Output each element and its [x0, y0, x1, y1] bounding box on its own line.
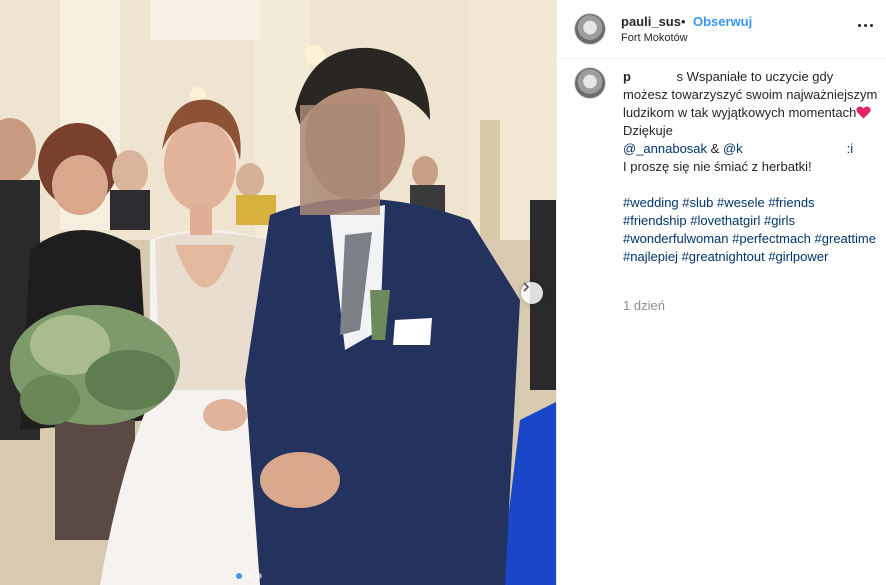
hashtag-link[interactable]: #najlepiej	[623, 249, 678, 264]
caption-thanks: Dziękuje	[623, 123, 673, 138]
hashtag-link[interactable]: #wonderfulwoman	[623, 231, 729, 246]
caption-amp: &	[707, 141, 723, 156]
follow-button[interactable]: Obserwuj	[693, 14, 752, 29]
post-timestamp[interactable]: 1 dzień	[623, 298, 665, 313]
redacted-mention: xxxxxxxxxxxxxxxx	[742, 140, 847, 158]
hashtag-link[interactable]: #friends	[768, 195, 814, 210]
hashtag-link[interactable]: #wesele	[717, 195, 765, 210]
hashtag-link[interactable]: #greattime	[815, 231, 876, 246]
chevron-right-icon	[523, 282, 530, 292]
caption-username[interactable]: p	[623, 69, 631, 84]
author-avatar[interactable]	[574, 13, 606, 45]
more-horizontal-icon	[858, 24, 861, 27]
more-options-button[interactable]	[857, 20, 875, 30]
next-photo-button[interactable]	[521, 282, 543, 304]
red-heart-icon	[856, 106, 872, 119]
hashtag-link[interactable]: #wedding	[623, 195, 679, 210]
hashtag-link[interactable]: #friendship	[623, 213, 687, 228]
mention-link-2[interactable]: @k	[723, 141, 743, 156]
post-header: pauli_sus • Obserwuj Fort Mokotów	[557, 0, 886, 59]
hashtag-link[interactable]: #perfectmach	[732, 231, 811, 246]
carousel-dot	[246, 573, 252, 579]
more-horizontal-icon-dot	[870, 24, 873, 27]
mention-link-2-tail[interactable]: :i	[847, 141, 854, 156]
post-photo[interactable]	[0, 0, 556, 585]
location-link[interactable]: Fort Mokotów	[621, 32, 688, 44]
redacted-name: xxxxxxx	[630, 68, 677, 86]
author-username[interactable]: pauli_sus	[621, 14, 681, 29]
caption-text: pxxxxxxxs Wspaniałe to uczycie gdy możes…	[623, 68, 878, 266]
hashtag-link[interactable]: #slub	[682, 195, 713, 210]
post-side-panel: pauli_sus • Obserwuj Fort Mokotów pxxxxx…	[556, 0, 886, 585]
hashtag-link[interactable]: #girlpower	[768, 249, 828, 264]
wedding-photo-illustration	[0, 0, 556, 585]
carousel-indicators	[236, 573, 262, 579]
carousel-dot	[256, 573, 262, 579]
hashtag-link[interactable]: #lovethatgirl	[690, 213, 760, 228]
caption-last-line: I proszę się nie śmiać z herbatki!	[623, 159, 812, 174]
mention-link[interactable]: @_annabosak	[623, 141, 707, 156]
carousel-dot-active	[236, 573, 242, 579]
caption-author-avatar[interactable]	[574, 67, 606, 99]
hashtag-link[interactable]: #greatnightout	[682, 249, 765, 264]
more-horizontal-icon-dot	[864, 24, 867, 27]
hashtag-link[interactable]: #girls	[764, 213, 795, 228]
separator-bullet: •	[681, 14, 686, 29]
